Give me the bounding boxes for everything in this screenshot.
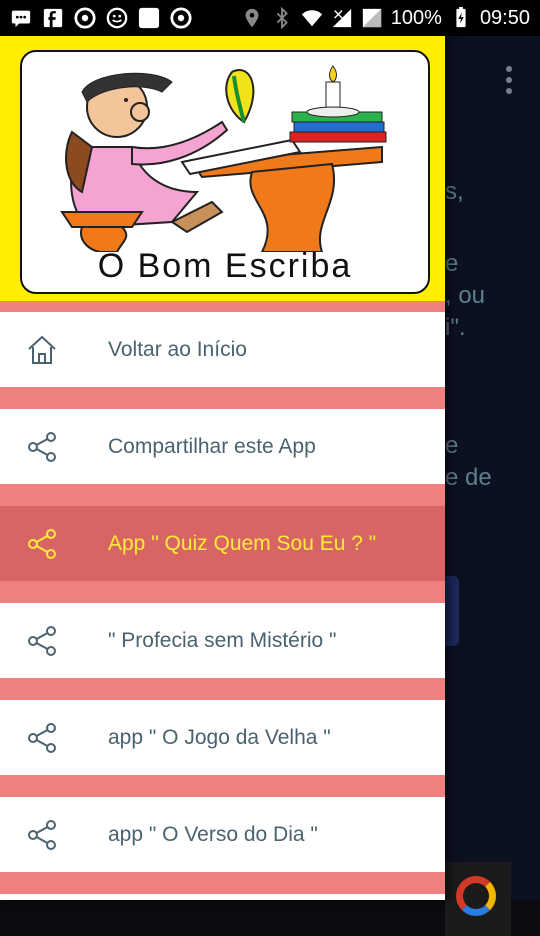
divider [0, 387, 445, 409]
share-icon [28, 722, 56, 753]
menu-item-label: app " O Verso do Dia " [108, 822, 318, 846]
menu-item-label: Compartilhar este App [108, 434, 316, 458]
divider [0, 678, 445, 700]
menu-item-label: " Profecia sem Mistério " [108, 628, 337, 652]
menu-item-profecia[interactable]: " Profecia sem Mistério " [0, 603, 445, 678]
bluetooth-icon [271, 7, 293, 29]
blank-app-icon [138, 7, 160, 29]
divider [0, 775, 445, 797]
background-text: e de [445, 464, 492, 491]
menu-item-home[interactable]: Voltar ao Início [0, 312, 445, 387]
logo-title: O Bom Escriba [97, 247, 353, 285]
share-icon [28, 431, 56, 462]
location-icon [241, 7, 263, 29]
signal-4g-icon [361, 7, 383, 29]
chrome-icon [170, 7, 192, 29]
share-icon [28, 528, 56, 559]
smiley-icon [106, 7, 128, 29]
ad-logo-icon [456, 876, 496, 916]
share-icon [28, 625, 56, 656]
menu-item-verso-do-dia[interactable]: app " O Verso do Dia " [0, 797, 445, 872]
menu-item-share-app[interactable]: Compartilhar este App [0, 409, 445, 484]
menu-item-quiz-app[interactable]: App " Quiz Quem Sou Eu ? " [0, 506, 445, 581]
menu-item-label: Voltar ao Início [108, 337, 247, 361]
background-text: i". [445, 314, 466, 341]
menu-item-jogo-da-velha[interactable]: app " O Jogo da Velha " [0, 700, 445, 775]
divider [0, 872, 445, 894]
background-text: e [445, 432, 459, 459]
menu-item-label: app " O Jogo da Velha " [108, 725, 331, 749]
app-logo: O Bom Escriba [20, 50, 430, 294]
menu-item-label: App " Quiz Quem Sou Eu ? " [108, 531, 377, 555]
overflow-menu-icon [506, 66, 512, 99]
home-icon [28, 335, 56, 364]
divider [0, 301, 445, 312]
background-text: e [445, 250, 459, 277]
chrome-icon [74, 7, 96, 29]
divider [0, 581, 445, 603]
background-text: s, [445, 178, 464, 205]
divider [0, 484, 445, 506]
drawer-header: O Bom Escriba [0, 36, 445, 301]
background-text: , ou [445, 282, 486, 309]
navigation-drawer: O Bom Escriba Voltar ao Início Compartil… [0, 36, 445, 900]
wifi-icon [301, 7, 323, 29]
facebook-icon [42, 7, 64, 29]
status-bar: 100% 09:50 [0, 0, 540, 36]
clock: 09:50 [479, 6, 530, 29]
background-button [445, 576, 459, 646]
scribe-illustration [60, 65, 387, 252]
battery-icon [450, 7, 472, 29]
drawer-menu: Voltar ao Início Compartilhar este App A… [0, 301, 445, 894]
signal-icon [331, 7, 353, 29]
share-icon [28, 819, 56, 850]
battery-percent: 100% [390, 6, 442, 29]
message-icon [10, 7, 32, 29]
